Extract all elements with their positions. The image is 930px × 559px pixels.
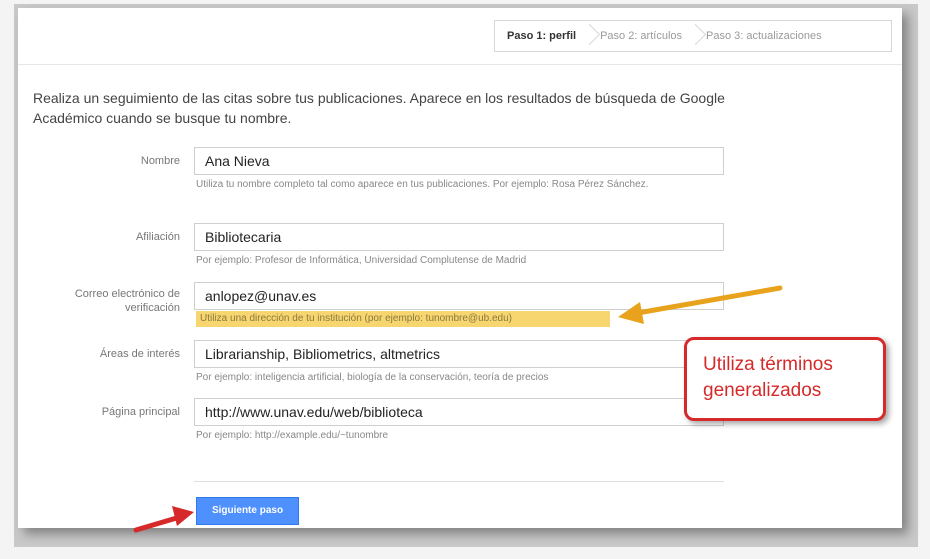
orange-arrow-icon	[618, 285, 783, 324]
annotation-arrows	[133, 285, 783, 533]
red-arrow-icon	[133, 506, 194, 533]
